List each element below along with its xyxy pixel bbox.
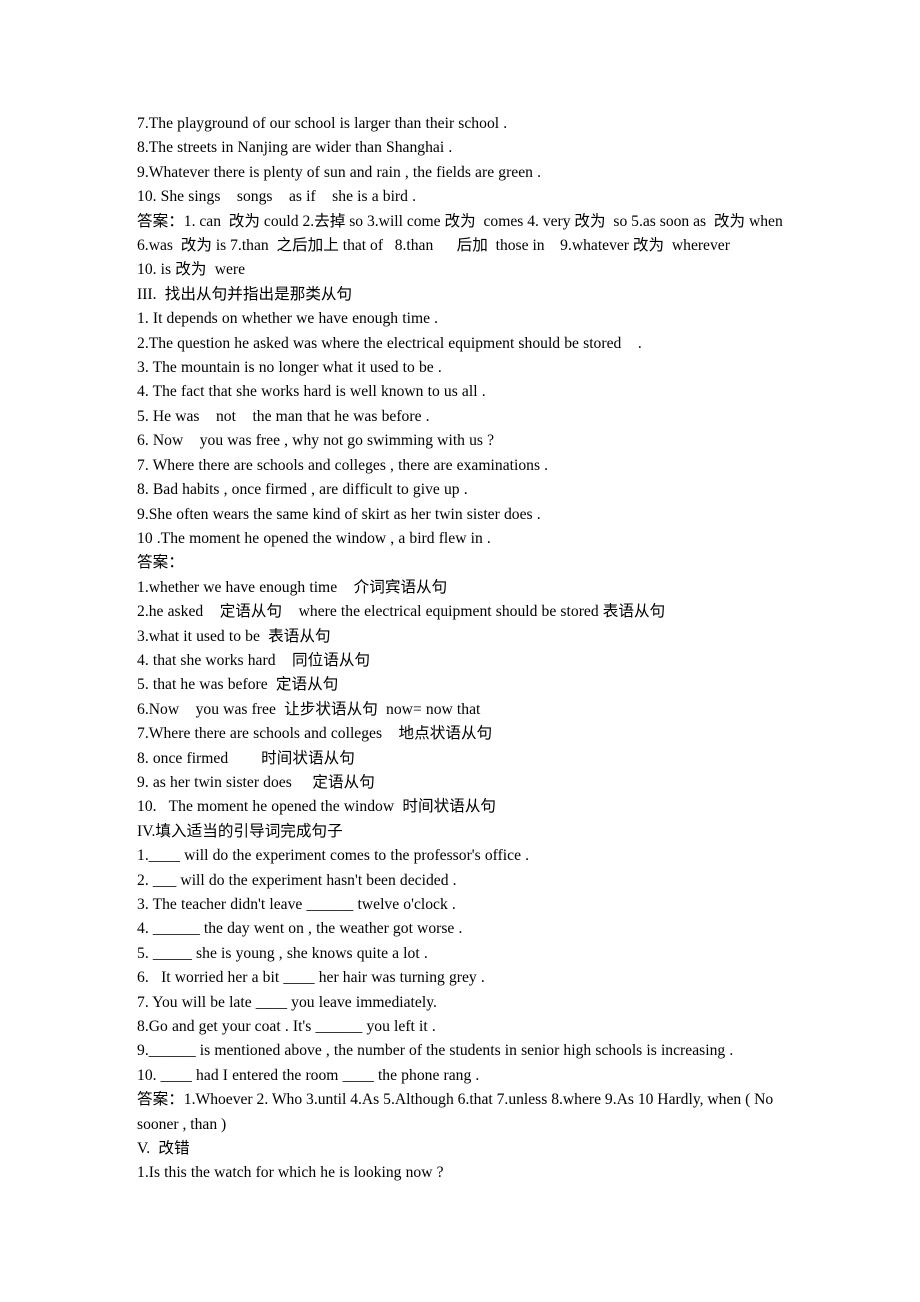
exercise-line: 2. ___ will do the experiment hasn't bee… [137,871,457,889]
exercise-line: 3. The teacher didn't leave ______ twelv… [137,896,456,913]
answer-line: 6.Now you was free 让步状语从句 now= now that [137,700,481,718]
answer-line: 2.he asked 定语从句 where the electrical equ… [137,603,666,621]
exercise-line: 2.The question he asked was where the el… [137,334,642,352]
answer-line: 3.what it used to be 表语从句 [137,627,331,645]
answer-line: 8. once firmed 时间状语从句 [137,749,355,767]
exercise-line: 7. You will be late ____ you leave immed… [137,993,437,1011]
exercise-line: 3. The mountain is no longer what it use… [137,359,442,377]
exercise-line: 8.The streets in Nanjing are wider than … [137,139,453,157]
exercise-line: 8. Bad habits , once firmed , are diffic… [137,481,468,499]
answer-line: 5. that he was before 定语从句 [137,676,339,694]
section-heading-4: IV.填入适当的引导词完成句子 [137,822,343,840]
exercise-line: 7. Where there are schools and colleges … [137,456,549,474]
exercise-line: 4. The fact that she works hard is well … [137,383,486,401]
answer-line: 10. The moment he opened the window 时间状语… [137,798,497,816]
exercise-line: 5. He was not the man that he was before… [137,407,430,425]
exercise-line: 1. It depends on whether we have enough … [137,310,439,328]
exercise-line: 10 .The moment he opened the window , a … [137,529,491,547]
exercise-line: 6. It worried her a bit ____ her hair wa… [137,969,485,987]
exercise-line: 7.The playground of our school is larger… [137,115,508,132]
document-text-body: 7.The playground of our school is larger… [137,112,809,1186]
answer-block: 答案：1.Whoever 2. Who 3.until 4.As 5.Altho… [137,1091,778,1133]
exercise-line: 9.______ is mentioned above , the number… [137,1042,734,1060]
answer-line: 9. as her twin sister does 定语从句 [137,773,375,791]
section-heading-5: V. 改错 [137,1140,190,1158]
answer-label: 答案： [137,554,184,572]
answer-line: 7.Where there are schools and colleges 地… [137,725,493,743]
exercise-line: 8.Go and get your coat . It's ______ you… [137,1018,436,1036]
exercise-line: 4. ______ the day went on , the weather … [137,920,463,938]
answer-line: 10. is 改为 were [137,261,246,279]
exercise-line: 1.____ will do the experiment comes to t… [137,847,530,865]
answer-line: 4. that she works hard 同位语从句 [137,651,371,669]
exercise-line: 1.Is this the watch for which he is look… [137,1164,444,1182]
exercise-line: 10. She sings songs as if she is a bird … [137,188,416,206]
answer-block: 答案：1. can 改为 could 2.去掉 so 3.will come 改… [137,212,787,255]
section-heading-3: III. 找出从句并指出是那类从句 [137,285,353,303]
exercise-line: 10. ____ had I entered the room ____ the… [137,1066,480,1084]
exercise-line: 5. _____ she is young , she knows quite … [137,944,428,962]
exercise-line: 9.Whatever there is plenty of sun and ra… [137,163,542,181]
document-page: 7.The playground of our school is larger… [0,0,920,1302]
exercise-line: 6. Now you was free , why not go swimmin… [137,432,495,450]
exercise-line: 9.She often wears the same kind of skirt… [137,505,541,523]
answer-line: 1.whether we have enough time 介词宾语从句 [137,578,448,596]
